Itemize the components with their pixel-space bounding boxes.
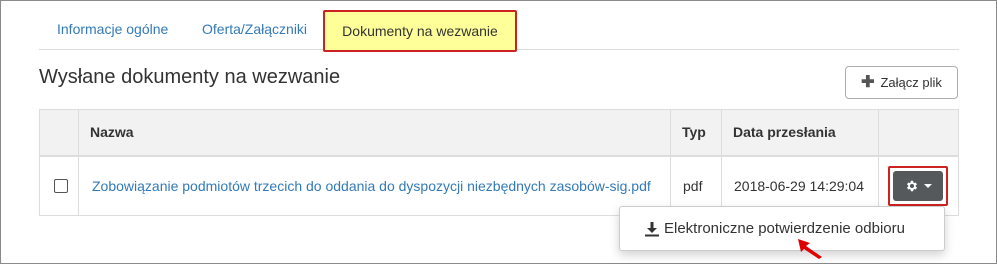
section-title: Wysłane dokumenty na wezwanie [39, 66, 341, 88]
document-link[interactable]: Zobowiązanie podmiotów trzecich do oddan… [92, 178, 651, 194]
column-header-data: Data przesłania [733, 124, 836, 140]
tab-dokumenty-na-wezwanie[interactable]: Dokumenty na wezwanie [323, 10, 517, 52]
menu-item-label: Elektroniczne potwierdzenie odbioru [664, 220, 905, 237]
column-header-typ: Typ [682, 124, 706, 140]
column-header-nazwa: Nazwa [90, 124, 134, 140]
caret-down-icon [923, 184, 932, 188]
pointer-arrow-icon [798, 239, 822, 259]
documents-table: Nazwa Typ Data przesłania Zobowiązanie p… [39, 109, 959, 216]
actions-dropdown-menu: Elektroniczne potwierdzenie odbioru [619, 206, 945, 251]
table-header: Nazwa Typ Data przesłania [40, 110, 958, 157]
attach-file-label: Załącz plik [880, 75, 942, 90]
actions-highlight [888, 166, 948, 206]
menu-item-potwierdzenie-odbioru[interactable]: Elektroniczne potwierdzenie odbioru [620, 207, 944, 250]
window-frame: Informacje ogólne Oferta/Załączniki Doku… [0, 0, 997, 264]
gear-icon [906, 180, 917, 192]
tab-bar: Informacje ogólne Oferta/Załączniki Doku… [39, 9, 959, 52]
tab-oferta-zalaczniki[interactable]: Oferta/Załączniki [202, 9, 307, 49]
download-icon [645, 221, 659, 236]
actions-dropdown-button[interactable] [893, 171, 943, 201]
tab-informacje-ogolne[interactable]: Informacje ogólne [57, 9, 168, 49]
attach-file-button[interactable]: ✚ Załącz plik [845, 66, 958, 99]
row-select-checkbox[interactable] [54, 179, 68, 193]
plus-icon: ✚ [861, 73, 875, 91]
